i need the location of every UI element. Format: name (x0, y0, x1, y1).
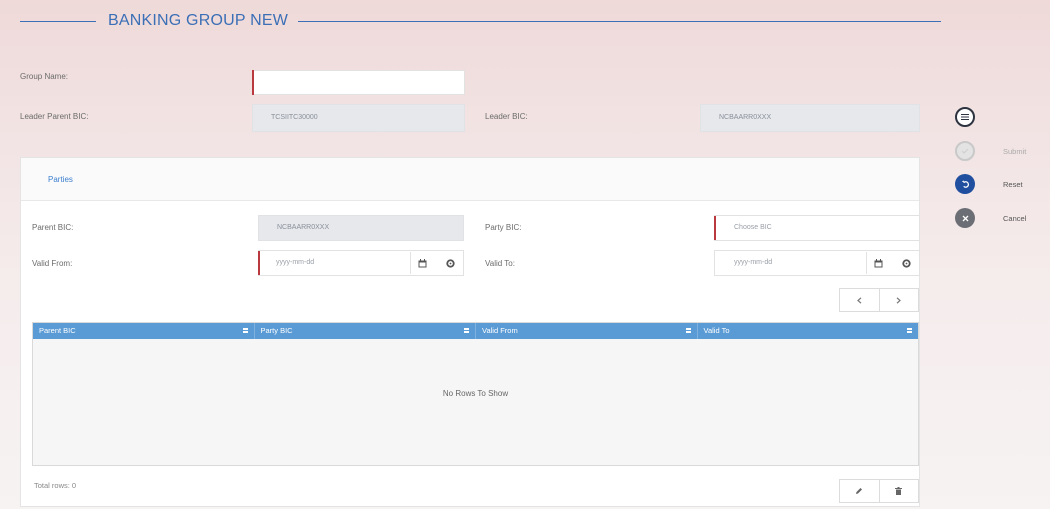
empty-table-message: No Rows To Show (442, 389, 509, 398)
column-menu-icon[interactable] (464, 327, 469, 334)
leader-parent-bic-field: TCSIITC30000 (252, 104, 465, 132)
valid-to-placeholder: yyyy-mm-dd (734, 259, 773, 266)
check-icon (961, 148, 969, 154)
group-name-input[interactable] (252, 70, 465, 95)
column-header-valid-to[interactable]: Valid To (698, 323, 919, 339)
valid-to-label: Valid To: (485, 259, 515, 268)
table-header: Parent BIC Party BIC Valid From Valid To (33, 323, 918, 339)
tab-parties[interactable]: Parties (48, 175, 73, 184)
leader-bic-label: Leader BIC: (485, 112, 528, 121)
leader-parent-bic-label: Leader Parent BIC: (20, 112, 89, 121)
column-menu-icon[interactable] (907, 327, 912, 334)
gear-icon[interactable] (900, 257, 912, 269)
valid-from-label: Valid From: (32, 259, 73, 268)
reset-button[interactable] (955, 174, 975, 194)
chevron-left-icon[interactable] (840, 289, 879, 311)
row-navigation (839, 288, 919, 312)
trash-icon[interactable] (878, 480, 919, 502)
leader-bic-field: NCBAARR0XXX (700, 104, 920, 132)
cancel-label: Cancel (1003, 214, 1027, 223)
column-label: Party BIC (260, 326, 293, 335)
calendar-icon[interactable] (416, 257, 428, 269)
column-header-valid-from[interactable]: Valid From (476, 323, 698, 339)
parent-bic-label: Parent BIC: (32, 223, 74, 232)
field-divider (866, 252, 867, 274)
column-menu-icon[interactable] (685, 327, 691, 334)
chevron-right-icon[interactable] (878, 289, 919, 311)
valid-from-placeholder: yyyy-mm-dd (276, 259, 315, 266)
column-header-parent-bic[interactable]: Parent BIC (33, 323, 255, 339)
tab-bar: Parties (21, 158, 919, 201)
menu-icon (961, 114, 969, 120)
page-title: BANKING GROUP NEW (108, 12, 289, 29)
required-indicator (714, 216, 716, 240)
undo-icon (961, 179, 969, 188)
field-divider (410, 252, 411, 274)
parent-bic-field: NCBAARR0XXX (258, 215, 464, 241)
calendar-icon[interactable] (872, 257, 884, 269)
submit-button[interactable] (955, 141, 975, 161)
cancel-button[interactable] (955, 208, 975, 228)
close-icon (962, 215, 968, 221)
menu-button[interactable] (955, 107, 975, 127)
reset-label: Reset (1003, 180, 1023, 189)
required-indicator (252, 70, 254, 95)
pencil-icon[interactable] (840, 480, 879, 502)
gear-icon[interactable] (444, 257, 456, 269)
column-menu-icon[interactable] (242, 327, 248, 334)
party-bic-placeholder: Choose BIC (734, 224, 772, 231)
column-header-party-bic[interactable]: Party BIC (255, 323, 476, 339)
title-rule-right (298, 21, 941, 22)
title-rule-left (20, 21, 96, 22)
column-label: Valid From (482, 326, 518, 335)
submit-label: Submit (1003, 147, 1027, 156)
parties-table: Parent BIC Party BIC Valid From Valid To… (32, 322, 919, 466)
column-label: Parent BIC (39, 326, 76, 335)
party-bic-label: Party BIC: (485, 223, 522, 232)
column-label: Valid To (703, 326, 730, 335)
group-name-label: Group Name: (20, 72, 69, 81)
total-rows-count: Total rows: 0 (34, 481, 77, 490)
row-actions (839, 479, 919, 503)
required-indicator (258, 251, 260, 275)
